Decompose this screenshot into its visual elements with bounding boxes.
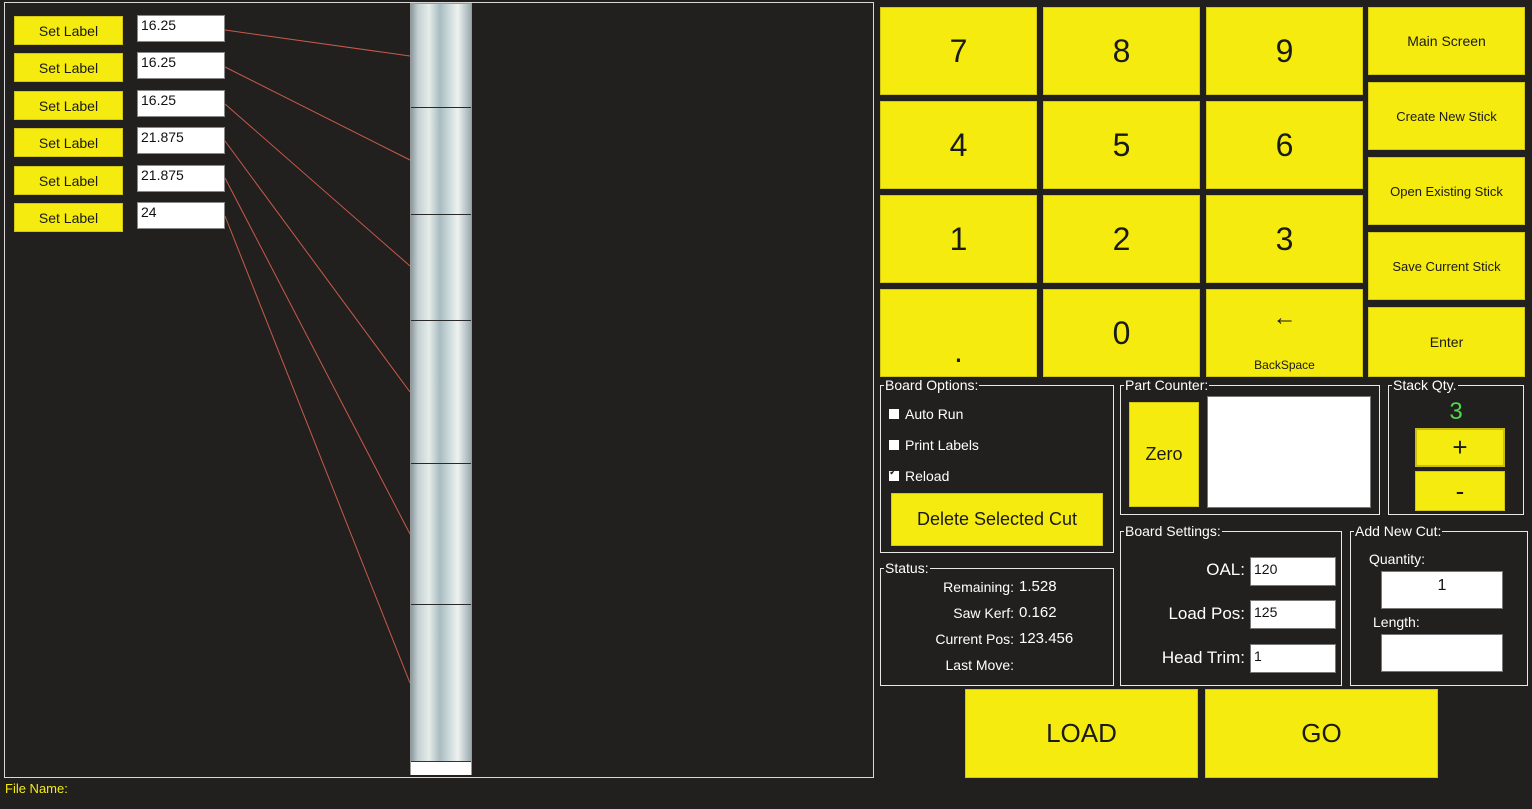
add-new-cut-title: Add New Cut: [1354, 523, 1443, 539]
enter-button[interactable]: Enter [1368, 307, 1525, 377]
cut-mark [411, 604, 471, 605]
set-label-button-4[interactable]: Set Label [14, 128, 123, 157]
length-label: Length: [1373, 614, 1420, 630]
part-counter-group: Part Counter: Zero [1120, 377, 1380, 515]
last-move-label: Last Move: [945, 657, 1014, 673]
stack-qty-minus-button[interactable]: - [1415, 471, 1505, 511]
saw-kerf-label: Saw Kerf: [953, 605, 1014, 621]
keypad-4[interactable]: 4 [880, 101, 1037, 189]
set-label-button-1[interactable]: Set Label [14, 16, 123, 45]
save-current-stick-button[interactable]: Save Current Stick [1368, 232, 1525, 300]
part-counter-title: Part Counter: [1124, 377, 1210, 393]
backspace-label: BackSpace [1254, 358, 1315, 372]
auto-run-checkbox[interactable]: Auto Run [889, 406, 963, 422]
stack-qty-group: Stack Qty. 3 + - [1388, 377, 1524, 515]
print-labels-label: Print Labels [905, 437, 979, 453]
set-label-button-2[interactable]: Set Label [14, 53, 123, 82]
stack-qty-title: Stack Qty. [1392, 377, 1458, 393]
load-button[interactable]: LOAD [965, 689, 1198, 778]
cut-mark [411, 214, 471, 215]
part-counter-display [1207, 396, 1371, 508]
current-pos-value: 123.456 [1019, 630, 1074, 647]
board-end-trim [411, 761, 471, 775]
file-name-label: File Name: [5, 781, 68, 796]
head-trim-input[interactable]: 1 [1250, 644, 1336, 673]
stack-qty-value: 3 [1449, 398, 1463, 425]
keypad-6[interactable]: 6 [1206, 101, 1363, 189]
cut-length-field-1[interactable]: 16.25 [137, 15, 225, 42]
backspace-button[interactable]: ← BackSpace [1206, 289, 1363, 377]
current-pos-label: Current Pos: [935, 631, 1014, 647]
remaining-label: Remaining: [943, 579, 1014, 595]
board-settings-group: Board Settings: OAL: 120 Load Pos: 125 H… [1120, 523, 1342, 686]
load-pos-input[interactable]: 125 [1250, 600, 1336, 629]
board-settings-title: Board Settings: [1124, 523, 1222, 539]
delete-selected-cut-button[interactable]: Delete Selected Cut [891, 493, 1103, 546]
keypad-1[interactable]: 1 [880, 195, 1037, 283]
reload-label: Reload [905, 468, 950, 484]
oal-input[interactable]: 120 [1250, 557, 1336, 586]
cut-length-field-5[interactable]: 21.875 [137, 165, 225, 192]
set-label-button-3[interactable]: Set Label [14, 91, 123, 120]
reload-checkbox[interactable]: Reload [889, 467, 950, 484]
quantity-input[interactable]: 1 [1381, 571, 1503, 609]
head-trim-label: Head Trim: [1161, 648, 1245, 667]
keypad-2[interactable]: 2 [1043, 195, 1200, 283]
oal-label: OAL: [1206, 560, 1245, 579]
backspace-arrow-icon: ← [1272, 304, 1297, 331]
main-screen-button[interactable]: Main Screen [1368, 7, 1525, 75]
cut-length-field-6[interactable]: 24 [137, 202, 225, 229]
keypad-9[interactable]: 9 [1206, 7, 1363, 95]
keypad-5[interactable]: 5 [1043, 101, 1200, 189]
keypad-decimal[interactable]: . [880, 289, 1037, 377]
set-label-button-5[interactable]: Set Label [14, 166, 123, 195]
status-group: Status: Remaining: 1.528 Saw Kerf: 0.162… [880, 560, 1114, 686]
checkbox-box[interactable] [889, 467, 899, 481]
go-button[interactable]: GO [1205, 689, 1438, 778]
status-title: Status: [884, 560, 930, 576]
board-options-group: Board Options: Auto Run Print Labels Rel… [880, 377, 1114, 553]
checkbox-box[interactable] [889, 409, 899, 419]
board-options-title: Board Options: [884, 377, 980, 393]
cut-mark [411, 463, 471, 464]
print-labels-checkbox[interactable]: Print Labels [889, 437, 979, 453]
load-pos-label: Load Pos: [1168, 604, 1245, 623]
length-input[interactable] [1381, 634, 1503, 672]
open-existing-stick-button[interactable]: Open Existing Stick [1368, 157, 1525, 225]
auto-run-label: Auto Run [905, 406, 964, 422]
saw-kerf-value: 0.162 [1019, 604, 1057, 621]
quantity-label: Quantity: [1369, 551, 1426, 567]
stack-qty-plus-button[interactable]: + [1415, 428, 1505, 467]
cut-length-field-3[interactable]: 16.25 [137, 90, 225, 117]
keypad-0[interactable]: 0 [1043, 289, 1200, 377]
board-stick[interactable] [410, 3, 472, 775]
cut-length-field-4[interactable]: 21.875 [137, 127, 225, 154]
cut-mark [411, 107, 471, 108]
cut-length-field-2[interactable]: 16.25 [137, 52, 225, 79]
keypad-3[interactable]: 3 [1206, 195, 1363, 283]
keypad-7[interactable]: 7 [880, 7, 1037, 95]
checkbox-box[interactable] [889, 440, 899, 450]
remaining-value: 1.528 [1019, 578, 1057, 595]
cut-mark [411, 320, 471, 321]
add-new-cut-group: Add New Cut: Quantity: 1 Length: [1350, 523, 1528, 686]
keypad-8[interactable]: 8 [1043, 7, 1200, 95]
set-label-button-6[interactable]: Set Label [14, 203, 123, 232]
create-new-stick-button[interactable]: Create New Stick [1368, 82, 1525, 150]
zero-button[interactable]: Zero [1129, 402, 1199, 507]
